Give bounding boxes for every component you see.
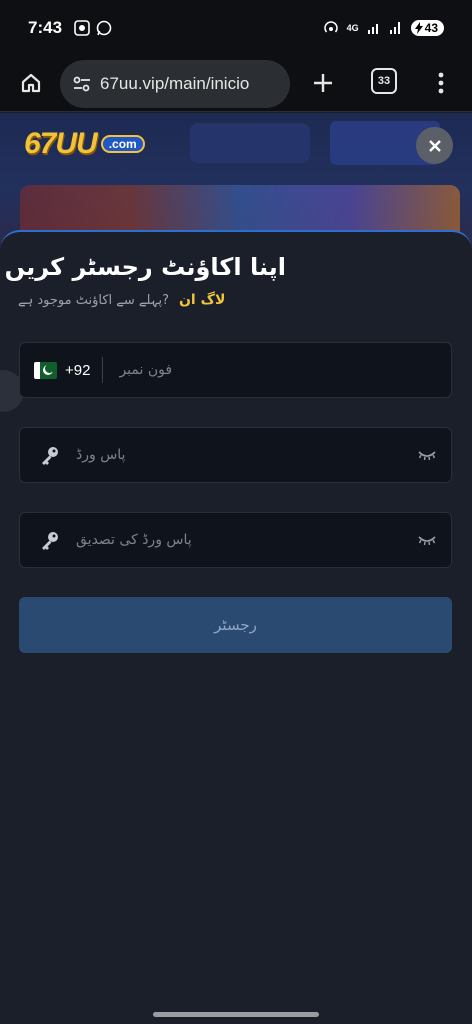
key-icon bbox=[40, 530, 60, 550]
password-placeholder: پاس ورڈ bbox=[76, 447, 126, 463]
battery-level: 43 bbox=[424, 21, 438, 35]
password-field[interactable]: پاس ورڈ bbox=[19, 427, 452, 483]
tab-count: 33 bbox=[377, 75, 391, 87]
field-divider bbox=[102, 357, 104, 383]
new-tab-button[interactable] bbox=[306, 66, 340, 100]
register-button[interactable]: رجسٹر bbox=[19, 597, 452, 653]
browser-menu-button[interactable] bbox=[428, 66, 454, 100]
register-title: اپنا اکاؤنٹ رجسٹر کریں bbox=[4, 253, 286, 281]
close-icon bbox=[428, 139, 441, 152]
url-text: 67uu.vip/main/inicio bbox=[100, 74, 250, 93]
whatsapp-icon bbox=[96, 20, 112, 36]
network-type: 4G bbox=[346, 23, 359, 33]
phone-placeholder: فون نمبر bbox=[119, 362, 173, 378]
status-system-icons: 4G 43 bbox=[323, 20, 444, 36]
gesture-nav-bar[interactable] bbox=[153, 1012, 319, 1017]
battery-indicator: 43 bbox=[410, 20, 444, 36]
hotspot-icon bbox=[323, 21, 338, 33]
signal-icon bbox=[367, 24, 378, 34]
confirm-password-placeholder: پاس ورڈ کی تصدیق bbox=[76, 532, 192, 548]
login-prompt: ?پہلے سے اکاؤنٹ موجود ہے لاگ ان bbox=[18, 292, 225, 308]
plus-icon bbox=[314, 74, 332, 92]
login-link[interactable]: لاگ ان bbox=[179, 292, 225, 308]
status-bar: 7:43 4G 43 bbox=[0, 0, 472, 56]
site-settings-icon[interactable] bbox=[72, 74, 92, 94]
already-have-account-text: ?پہلے سے اکاؤنٹ موجود ہے bbox=[18, 292, 169, 308]
site-banner: 67UU .com bbox=[0, 113, 472, 243]
home-button[interactable] bbox=[14, 66, 48, 100]
pakistan-flag-icon[interactable] bbox=[34, 361, 57, 379]
site-logo: 67UU .com bbox=[24, 127, 145, 161]
status-time: 7:43 bbox=[28, 18, 63, 37]
confirm-password-field[interactable]: پاس ورڈ کی تصدیق bbox=[19, 512, 452, 568]
charging-icon bbox=[414, 22, 423, 34]
eye-closed-icon[interactable] bbox=[417, 448, 437, 462]
logo-suffix: .com bbox=[100, 135, 145, 153]
country-code[interactable]: +92 bbox=[65, 362, 90, 379]
browser-toolbar: 67uu.vip/main/inicio 33 bbox=[0, 56, 472, 112]
eye-closed-icon[interactable] bbox=[417, 533, 437, 547]
status-notification-icons bbox=[74, 20, 112, 36]
close-button[interactable] bbox=[416, 127, 453, 164]
home-icon bbox=[21, 73, 41, 93]
screenshot-icon bbox=[74, 20, 90, 36]
signal-icon-2 bbox=[389, 22, 400, 34]
tab-switcher-button[interactable]: 33 bbox=[371, 68, 397, 94]
address-bar[interactable]: 67uu.vip/main/inicio bbox=[60, 60, 290, 108]
more-vert-icon bbox=[438, 72, 444, 94]
phone-field[interactable]: +92 فون نمبر bbox=[19, 342, 452, 398]
logo-text: 67UU bbox=[24, 127, 98, 160]
key-icon bbox=[40, 445, 60, 465]
